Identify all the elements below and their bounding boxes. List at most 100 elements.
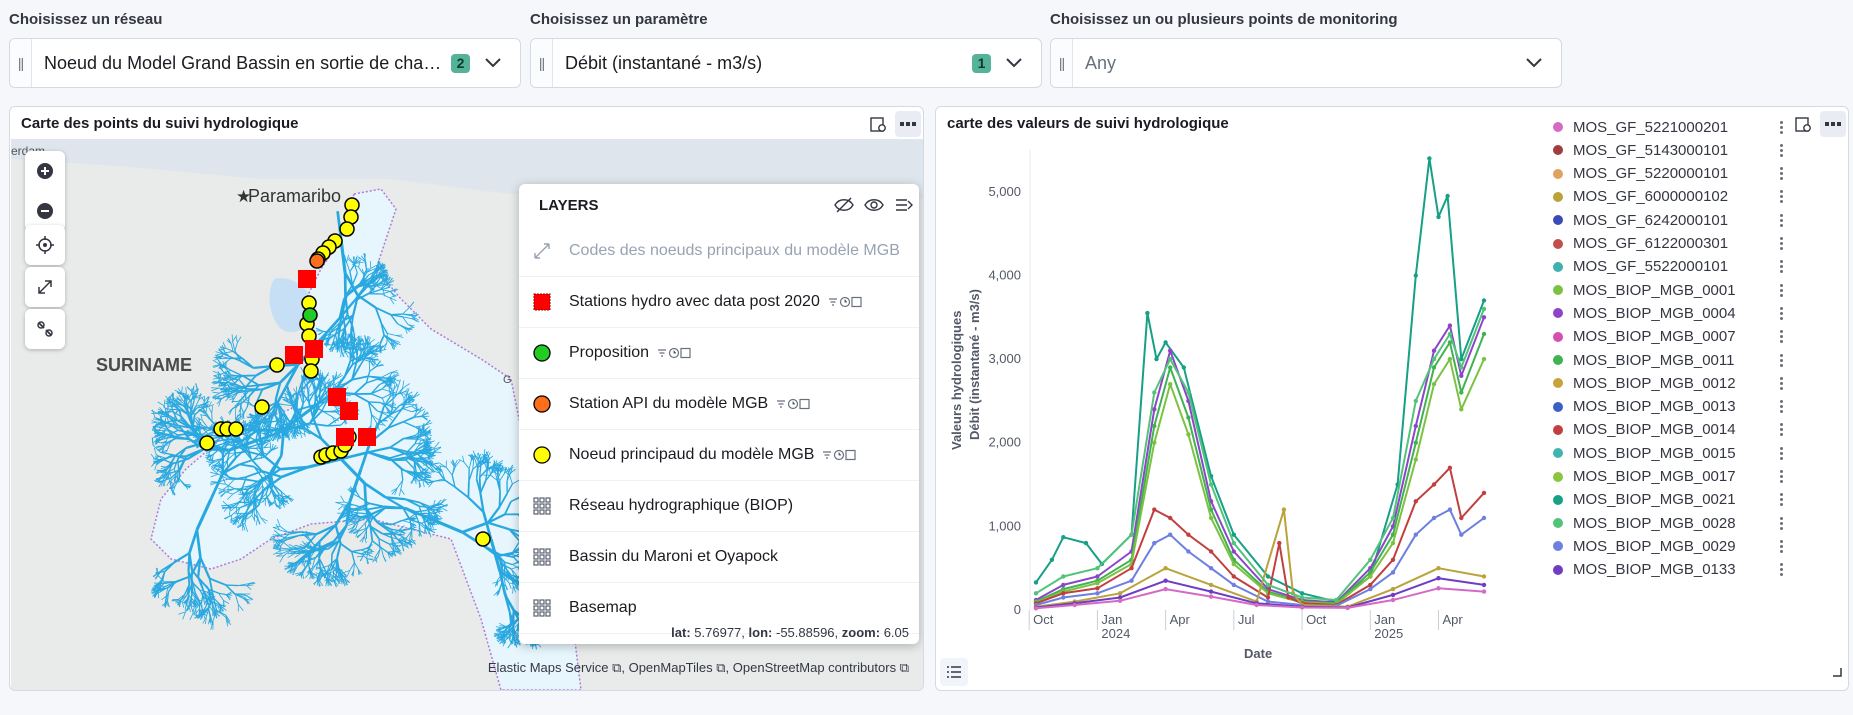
layer-name: Proposition xyxy=(569,344,650,361)
hydrology-line-chart[interactable]: Valeurs hydrologiques Débit (instantané … xyxy=(936,132,1576,691)
legend-item[interactable]: MOS_BIOP_MGB_0011 xyxy=(1553,350,1783,370)
drag-handle-icon[interactable]: || xyxy=(531,39,553,87)
series-point xyxy=(1186,532,1191,537)
legend-options-icon[interactable] xyxy=(1779,400,1783,414)
layer-name: Réseau hydrographique (BIOP) xyxy=(569,497,794,514)
layer-name: Stations hydro avec data post 2020 xyxy=(569,293,820,310)
series-point xyxy=(1413,532,1418,537)
legend-options-icon[interactable] xyxy=(1779,237,1783,250)
legend-swatch xyxy=(1553,424,1563,435)
attribution-link[interactable]: OpenMapTiles xyxy=(629,660,713,675)
selection-count-badge: 2 xyxy=(451,53,470,73)
legend-item[interactable]: MOS_BIOP_MGB_0021 xyxy=(1553,490,1783,510)
drag-handle-icon[interactable]: || xyxy=(10,39,32,87)
eye-icon[interactable] xyxy=(859,190,889,220)
legend-options-icon[interactable] xyxy=(1779,120,1783,134)
legend-options-icon[interactable] xyxy=(1779,353,1783,367)
map-panel-title: Carte des points du suivi hydrologique xyxy=(21,115,299,132)
legend-options-icon[interactable] xyxy=(1779,213,1783,227)
legend-item[interactable]: MOS_BIOP_MGB_0017 xyxy=(1553,467,1783,487)
zoom-in-icon[interactable] xyxy=(25,151,65,191)
attribution-link[interactable]: Elastic Maps Service xyxy=(488,660,609,675)
legend-options-icon[interactable] xyxy=(1779,516,1783,530)
layer-row[interactable]: Noeud principaud du modèle MGB xyxy=(519,430,919,481)
hydro-station-marker xyxy=(340,402,358,420)
zoom-controls xyxy=(25,151,65,231)
map-canvas[interactable]: ★ Paramaribo SURINAME erdam G xyxy=(11,139,923,690)
layer-row[interactable]: Stations hydro avec data post 2020 xyxy=(519,277,919,328)
monitoring-points-control: Choisissez un ou plusieurs points de mon… xyxy=(1050,10,1562,88)
parameter-select[interactable]: || Débit (instantané - m3/s) 1 xyxy=(530,38,1042,88)
legend-item[interactable]: MOS_BIOP_MGB_0014 xyxy=(1553,420,1783,440)
legend-options-icon[interactable] xyxy=(1779,283,1783,297)
series-point xyxy=(1459,515,1464,521)
legend-swatch xyxy=(1553,355,1563,365)
series-point xyxy=(1186,549,1191,554)
series-point xyxy=(1163,340,1168,345)
legend-item[interactable]: MOS_GF_6242000101 xyxy=(1553,210,1783,230)
legend-item[interactable]: MOS_BIOP_MGB_0007 xyxy=(1553,327,1783,347)
series-point xyxy=(1436,586,1441,591)
legend-options-icon[interactable] xyxy=(1779,493,1783,507)
legend-item[interactable]: MOS_GF_6000000102 xyxy=(1553,187,1783,207)
layer-row[interactable]: Proposition xyxy=(519,328,919,379)
hydro-station-marker xyxy=(298,270,316,288)
series-point xyxy=(1368,586,1373,592)
legend-options-icon[interactable] xyxy=(1779,167,1783,181)
eye-closed-icon[interactable] xyxy=(829,190,859,220)
legend-swatch xyxy=(1553,215,1563,226)
legend-options-icon[interactable] xyxy=(1779,143,1783,157)
legend-item[interactable]: MOS_GF_5220000101 xyxy=(1553,164,1783,184)
legend-options-icon[interactable] xyxy=(1779,539,1783,553)
layer-row[interactable]: Codes des noeuds principaux du modèle MG… xyxy=(519,226,919,277)
x-tick-label: Apr xyxy=(1443,612,1464,627)
chevron-down-icon[interactable] xyxy=(482,52,504,74)
expand-icon[interactable] xyxy=(25,267,65,307)
network-select[interactable]: || Noeud du Model Grand Bassin en sortie… xyxy=(9,38,521,88)
wrench-icon[interactable] xyxy=(25,309,65,349)
legend-item[interactable]: MOS_GF_5143000101 xyxy=(1553,140,1783,160)
legend-item[interactable]: MOS_BIOP_MGB_0028 xyxy=(1553,513,1783,533)
legend-options-icon[interactable] xyxy=(1779,423,1783,437)
layer-row[interactable]: Station API du modèle MGB xyxy=(519,379,919,430)
resize-handle-icon[interactable] xyxy=(1832,664,1842,682)
series-point xyxy=(1152,507,1157,512)
legend-toggle-icon[interactable] xyxy=(940,658,968,686)
legend-item[interactable]: MOS_GF_6122000301 xyxy=(1553,234,1783,254)
monitoring-node-marker xyxy=(254,399,270,415)
monitoring-points-select[interactable]: || Any xyxy=(1050,38,1562,88)
legend-options-icon[interactable] xyxy=(1779,190,1783,204)
legend-item[interactable]: MOS_GF_5522000101 xyxy=(1553,257,1783,277)
series-point xyxy=(1061,582,1066,588)
legend-label: MOS_BIOP_MGB_0001 xyxy=(1573,281,1736,299)
layer-status-icons xyxy=(828,296,862,308)
series-point xyxy=(1231,574,1236,579)
legend-item[interactable]: MOS_BIOP_MGB_0015 xyxy=(1553,443,1783,463)
chevron-down-icon[interactable] xyxy=(1003,52,1025,74)
panel-options-icon[interactable] xyxy=(895,111,921,137)
collapse-panel-icon[interactable] xyxy=(889,190,919,220)
layer-row[interactable]: Bassin du Maroni et Oyapock xyxy=(519,532,919,583)
legend-options-icon[interactable] xyxy=(1779,446,1783,460)
legend-item[interactable]: MOS_GF_5221000201 xyxy=(1553,117,1783,137)
chevron-down-icon[interactable] xyxy=(1523,52,1545,74)
series-point xyxy=(1129,578,1134,583)
legend-options-icon[interactable] xyxy=(1779,260,1783,274)
legend-item[interactable]: MOS_BIOP_MGB_0001 xyxy=(1553,280,1783,300)
crosshair-icon[interactable] xyxy=(25,225,65,265)
legend-options-icon[interactable] xyxy=(1779,306,1783,320)
legend-item[interactable]: MOS_BIOP_MGB_0133 xyxy=(1553,560,1783,580)
legend-options-icon[interactable] xyxy=(1779,330,1783,344)
legend-item[interactable]: MOS_BIOP_MGB_0013 xyxy=(1553,397,1783,417)
drag-handle-icon[interactable]: || xyxy=(1051,39,1073,87)
legend-options-icon[interactable] xyxy=(1779,376,1783,390)
legend-item[interactable]: MOS_BIOP_MGB_0012 xyxy=(1553,373,1783,393)
legend-options-icon[interactable] xyxy=(1779,563,1783,577)
legend-item[interactable]: MOS_BIOP_MGB_0004 xyxy=(1553,303,1783,323)
attribution-link[interactable]: OpenStreetMap contributors xyxy=(733,660,896,675)
legend-item[interactable]: MOS_BIOP_MGB_0029 xyxy=(1553,536,1783,556)
legend-options-icon[interactable] xyxy=(1779,470,1783,483)
layer-row[interactable]: Réseau hydrographique (BIOP) xyxy=(519,481,919,532)
legend-label: MOS_BIOP_MGB_0007 xyxy=(1573,328,1736,346)
inspect-icon[interactable] xyxy=(865,111,891,137)
